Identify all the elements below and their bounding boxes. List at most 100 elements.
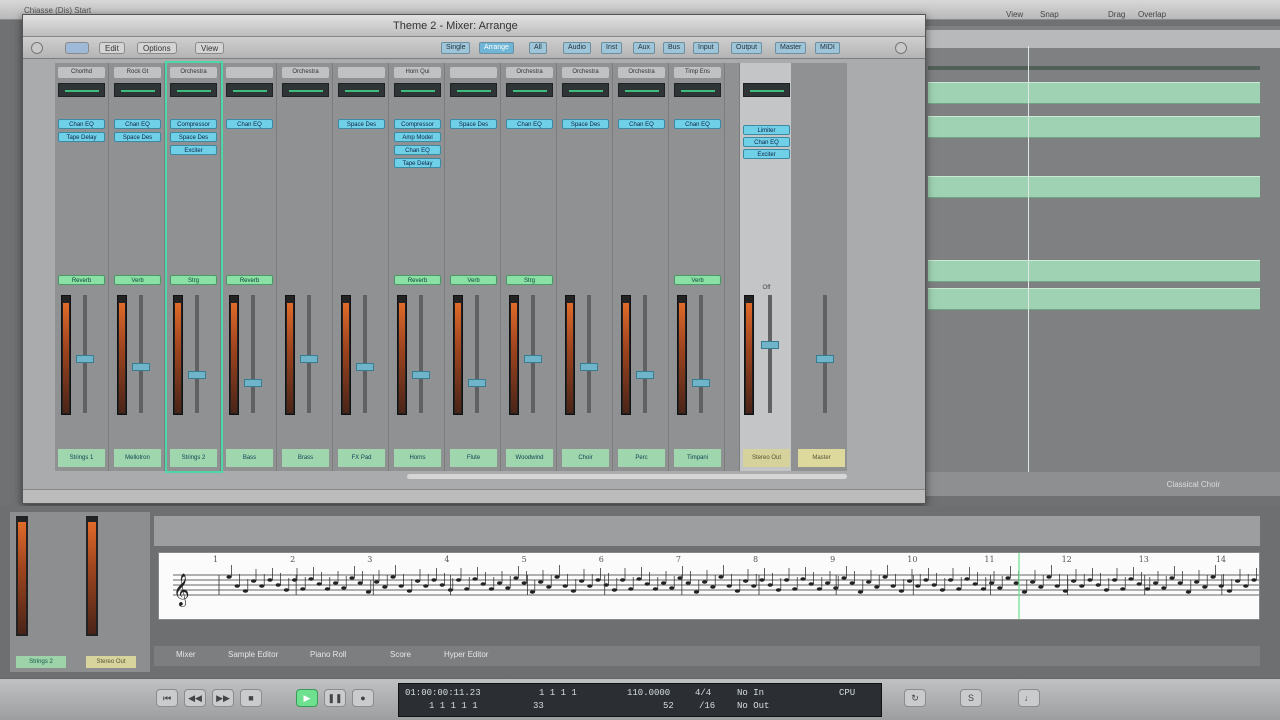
arrange-region[interactable]: [928, 116, 1260, 138]
track-nameplate[interactable]: Mellotron: [114, 449, 161, 467]
solo-button[interactable]: S: [960, 689, 982, 707]
track-nameplate[interactable]: Horns: [394, 449, 441, 467]
volume-fader[interactable]: [356, 295, 374, 413]
channel-strip[interactable]: Rock Gt Chan EQ Space Des Verb Mellotron: [111, 63, 165, 471]
send-slot[interactable]: Strg: [506, 275, 553, 285]
channel-setting[interactable]: Chorlhd: [58, 67, 105, 78]
channel-strip[interactable]: Orchestra Chan EQ Perc: [615, 63, 669, 471]
output-fader[interactable]: [761, 295, 779, 413]
output-insert-slot[interactable]: Limiter: [743, 125, 790, 135]
master-nameplate[interactable]: Master: [798, 449, 845, 467]
insert-slot[interactable]: Tape Delay: [58, 132, 105, 142]
arrange-region[interactable]: [928, 82, 1260, 104]
overlap-menu[interactable]: Overlap: [1138, 10, 1166, 19]
arrange-area[interactable]: Classical Choir: [926, 26, 1280, 496]
volume-fader[interactable]: [580, 295, 598, 413]
track-nameplate[interactable]: FX Pad: [338, 449, 385, 467]
channel-setting[interactable]: Orchestra: [282, 67, 329, 78]
insert-slot[interactable]: Space Des: [450, 119, 497, 129]
tab-hyper-editor[interactable]: Hyper Editor: [444, 650, 488, 659]
drag-menu[interactable]: Drag: [1108, 10, 1125, 19]
play-button[interactable]: ▶: [296, 689, 318, 707]
track-nameplate[interactable]: Perc: [618, 449, 665, 467]
edit-menu[interactable]: Edit: [99, 42, 125, 54]
insert-slot[interactable]: Tape Delay: [394, 158, 441, 168]
inspector-plate-right[interactable]: Stereo Out: [86, 656, 136, 668]
tab-piano-roll[interactable]: Piano Roll: [310, 650, 346, 659]
volume-fader[interactable]: [244, 295, 262, 413]
filter-inst[interactable]: Inst: [601, 42, 623, 54]
channel-setting[interactable]: [338, 67, 385, 78]
view-menu[interactable]: View: [1006, 10, 1023, 19]
channel-setting[interactable]: Orchestra: [618, 67, 665, 78]
insert-slot[interactable]: Chan EQ: [394, 145, 441, 155]
channel-setting[interactable]: Horn Qui: [394, 67, 441, 78]
channel-strip[interactable]: Orchestra Compressor Space Des Exciter Strg S…: [165, 61, 223, 473]
mixer-window[interactable]: Theme 2 - Mixer: Arrange Edit Options Vi…: [22, 14, 926, 504]
track-nameplate[interactable]: Brass: [282, 449, 329, 467]
send-slot[interactable]: Reverb: [58, 275, 105, 285]
track-nameplate[interactable]: Woodwind: [506, 449, 553, 467]
inspector-plate-left[interactable]: Strings 2: [16, 656, 66, 668]
track-nameplate[interactable]: Flute: [450, 449, 497, 467]
insert-slot[interactable]: Chan EQ: [674, 119, 721, 129]
insert-slot[interactable]: Chan EQ: [618, 119, 665, 129]
channel-setting[interactable]: Orchestra: [506, 67, 553, 78]
volume-fader[interactable]: [636, 295, 654, 413]
arrange-ruler[interactable]: [926, 30, 1280, 48]
output-nameplate[interactable]: Stereo Out: [743, 449, 790, 467]
pause-button[interactable]: ❚❚: [324, 689, 346, 707]
filter-master[interactable]: Master: [775, 42, 807, 54]
output-insert-slot[interactable]: Exciter: [743, 149, 790, 159]
channel-setting[interactable]: Orchestra: [170, 67, 217, 78]
filter-audio[interactable]: Audio: [563, 42, 591, 54]
arrange-region[interactable]: [928, 260, 1260, 282]
arrange-region[interactable]: [928, 176, 1260, 198]
stop-button[interactable]: ■: [240, 689, 262, 707]
volume-fader[interactable]: [412, 295, 430, 413]
mixer-title-bar[interactable]: Theme 2 - Mixer: Arrange: [23, 15, 925, 37]
track-nameplate[interactable]: Strings 2: [170, 449, 217, 467]
output-strip[interactable]: Limiter Chan EQ Exciter Off Stereo Out: [739, 63, 791, 471]
tab-score[interactable]: Score: [390, 650, 411, 659]
filter-arrange[interactable]: Arrange: [479, 42, 514, 54]
channel-strip[interactable]: Chan EQ Reverb Bass: [223, 63, 277, 471]
filter-all[interactable]: All: [529, 42, 547, 54]
insert-slot[interactable]: Compressor: [170, 119, 217, 129]
insert-slot[interactable]: Space Des: [338, 119, 385, 129]
insert-slot[interactable]: Space Des: [562, 119, 609, 129]
volume-fader[interactable]: [468, 295, 486, 413]
filter-bus[interactable]: Bus: [663, 42, 686, 54]
output-insert-slot[interactable]: Chan EQ: [743, 137, 790, 147]
master-strip[interactable]: Master: [795, 63, 847, 471]
volume-fader[interactable]: [524, 295, 542, 413]
insert-slot[interactable]: Chan EQ: [226, 119, 273, 129]
master-fader[interactable]: [816, 295, 834, 413]
rewind-button[interactable]: ◀◀: [184, 689, 206, 707]
channel-strip[interactable]: Orchestra Brass: [279, 63, 333, 471]
channel-strip[interactable]: Timp Ens Chan EQ Verb Timpani: [671, 63, 725, 471]
tab-mixer[interactable]: Mixer: [176, 650, 196, 659]
channel-strip[interactable]: Orchestra Chan EQ Strg Woodwind: [503, 63, 557, 471]
insert-slot[interactable]: Compressor: [394, 119, 441, 129]
filter-output[interactable]: Output: [731, 42, 763, 54]
insert-slot[interactable]: Chan EQ: [114, 119, 161, 129]
insert-slot[interactable]: Chan EQ: [506, 119, 553, 129]
arrange-region[interactable]: [928, 288, 1260, 310]
score-editor[interactable]: 𝄞 1 2 3 4 5 6 7 8 9 10 11 12 13 14: [158, 552, 1260, 620]
filter-midi[interactable]: MIDI: [815, 42, 840, 54]
send-slot[interactable]: Verb: [674, 275, 721, 285]
channel-strip[interactable]: Horn Qui Compressor Amp Model Chan EQ Tape D…: [391, 63, 445, 471]
record-button[interactable]: ●: [352, 689, 374, 707]
channel-setting[interactable]: Rock Gt: [114, 67, 161, 78]
options-menu[interactable]: Options: [137, 42, 177, 54]
channel-setting[interactable]: [226, 67, 273, 78]
channel-setting[interactable]: Orchestra: [562, 67, 609, 78]
channel-strip[interactable]: Chorlhd Chan EQ Tape Delay Reverb Strings 1: [55, 63, 109, 471]
channel-setting[interactable]: Timp Ens: [674, 67, 721, 78]
volume-fader[interactable]: [692, 295, 710, 413]
go-to-start-button[interactable]: ⏮: [156, 689, 178, 707]
playhead[interactable]: [1028, 46, 1029, 496]
cycle-button[interactable]: ↻: [904, 689, 926, 707]
insert-slot[interactable]: Space Des: [170, 132, 217, 142]
